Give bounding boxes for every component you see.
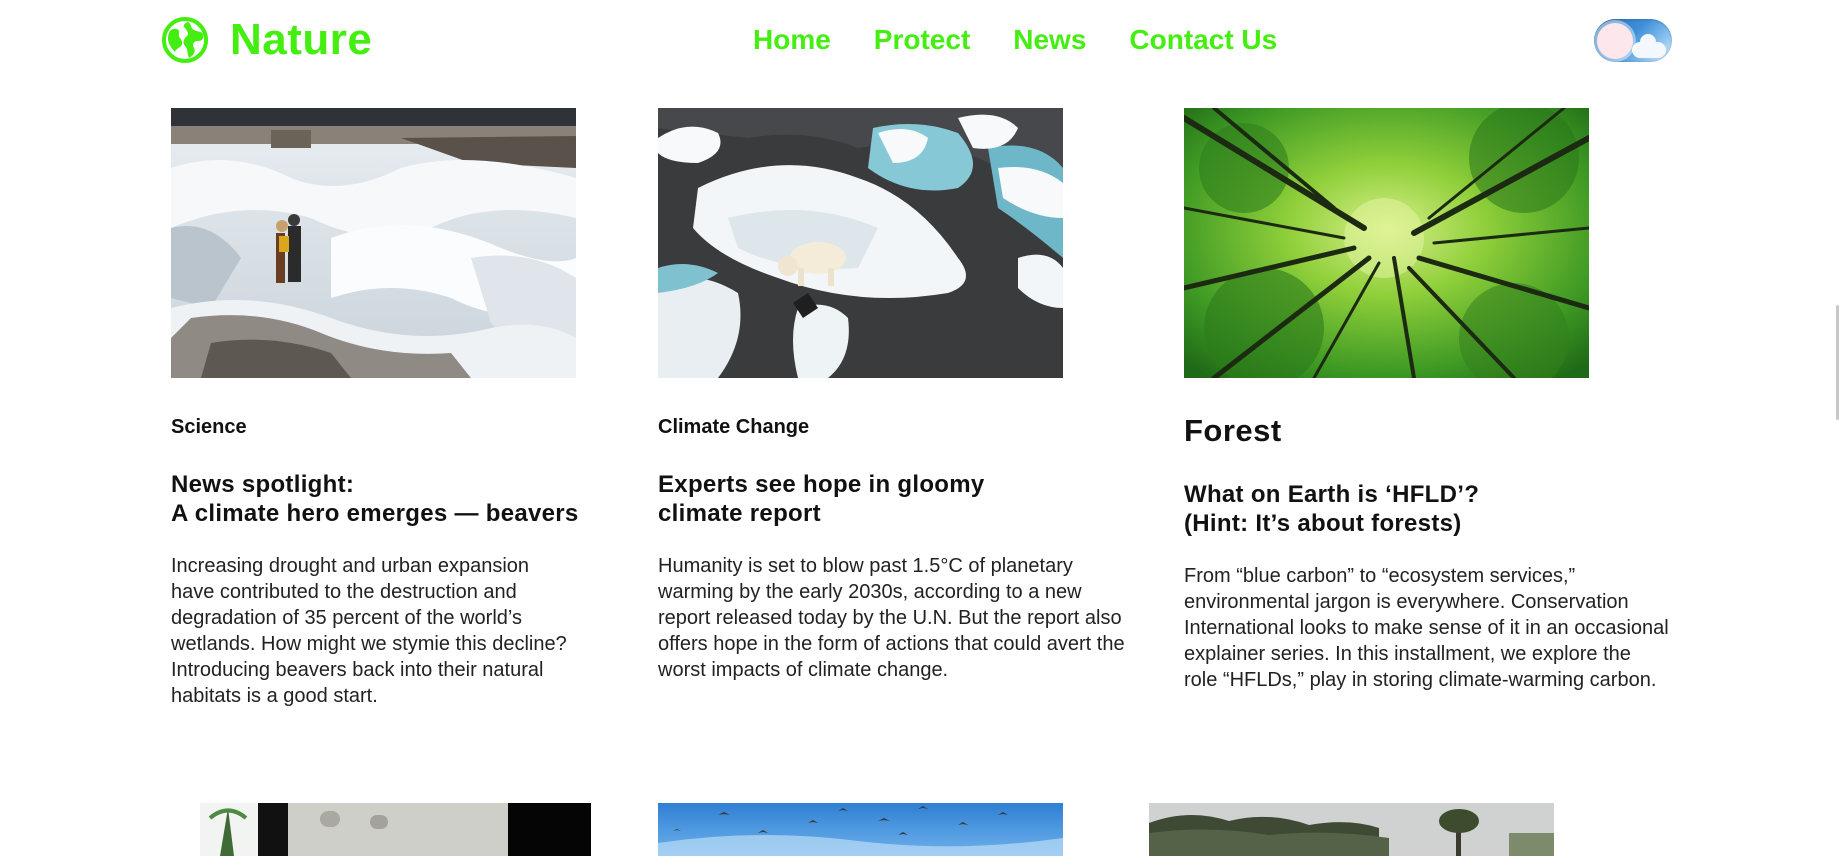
card-body: Increasing drought and urban expansion h…: [171, 555, 567, 707]
site-header: Nature Home Protect News Contact Us: [0, 0, 1839, 80]
card-category: Science: [171, 416, 247, 438]
nav-news[interactable]: News: [1013, 22, 1086, 58]
news-card-image[interactable]: [658, 803, 1063, 856]
page-scrollbar[interactable]: [1831, 0, 1839, 856]
card-body: Humanity is set to blow past 1.5°C of pl…: [658, 555, 1125, 681]
toggle-knob: [1597, 23, 1633, 59]
card-title[interactable]: Experts see hope in gloomy climate repor…: [658, 470, 1128, 528]
main-nav: Home Protect News Contact Us: [753, 22, 1277, 58]
theme-toggle[interactable]: [1594, 19, 1672, 62]
card-title[interactable]: What on Earth is ‘HFLD’? (Hint: It’s abo…: [1184, 480, 1669, 538]
logo-text: Nature: [230, 15, 373, 64]
cloud-icon: [1632, 34, 1666, 58]
news-card-science[interactable]: Science News spotlight: A climate hero e…: [171, 108, 596, 709]
globe-icon: [162, 17, 208, 63]
news-card-image[interactable]: [200, 803, 591, 856]
forest-canopy-image: [1184, 108, 1589, 378]
nav-home[interactable]: Home: [753, 22, 831, 58]
card-category: Climate Change: [658, 416, 810, 438]
nav-contact-us[interactable]: Contact Us: [1129, 22, 1277, 58]
news-card-climate-change[interactable]: Climate Change Experts see hope in gloom…: [658, 108, 1128, 683]
glacier-hikers-image: [171, 108, 576, 378]
card-title[interactable]: News spotlight: A climate hero emerges —…: [171, 470, 596, 528]
polar-bear-ice-image: [658, 108, 1063, 378]
news-card-forest[interactable]: Forest What on Earth is ‘HFLD’? (Hint: I…: [1184, 108, 1669, 693]
news-card-image[interactable]: [1149, 803, 1554, 856]
nav-protect[interactable]: Protect: [874, 22, 970, 58]
logo[interactable]: Nature: [162, 14, 372, 66]
card-body: From “blue carbon” to “ecosystem service…: [1184, 565, 1669, 691]
card-category: Forest: [1184, 413, 1282, 448]
